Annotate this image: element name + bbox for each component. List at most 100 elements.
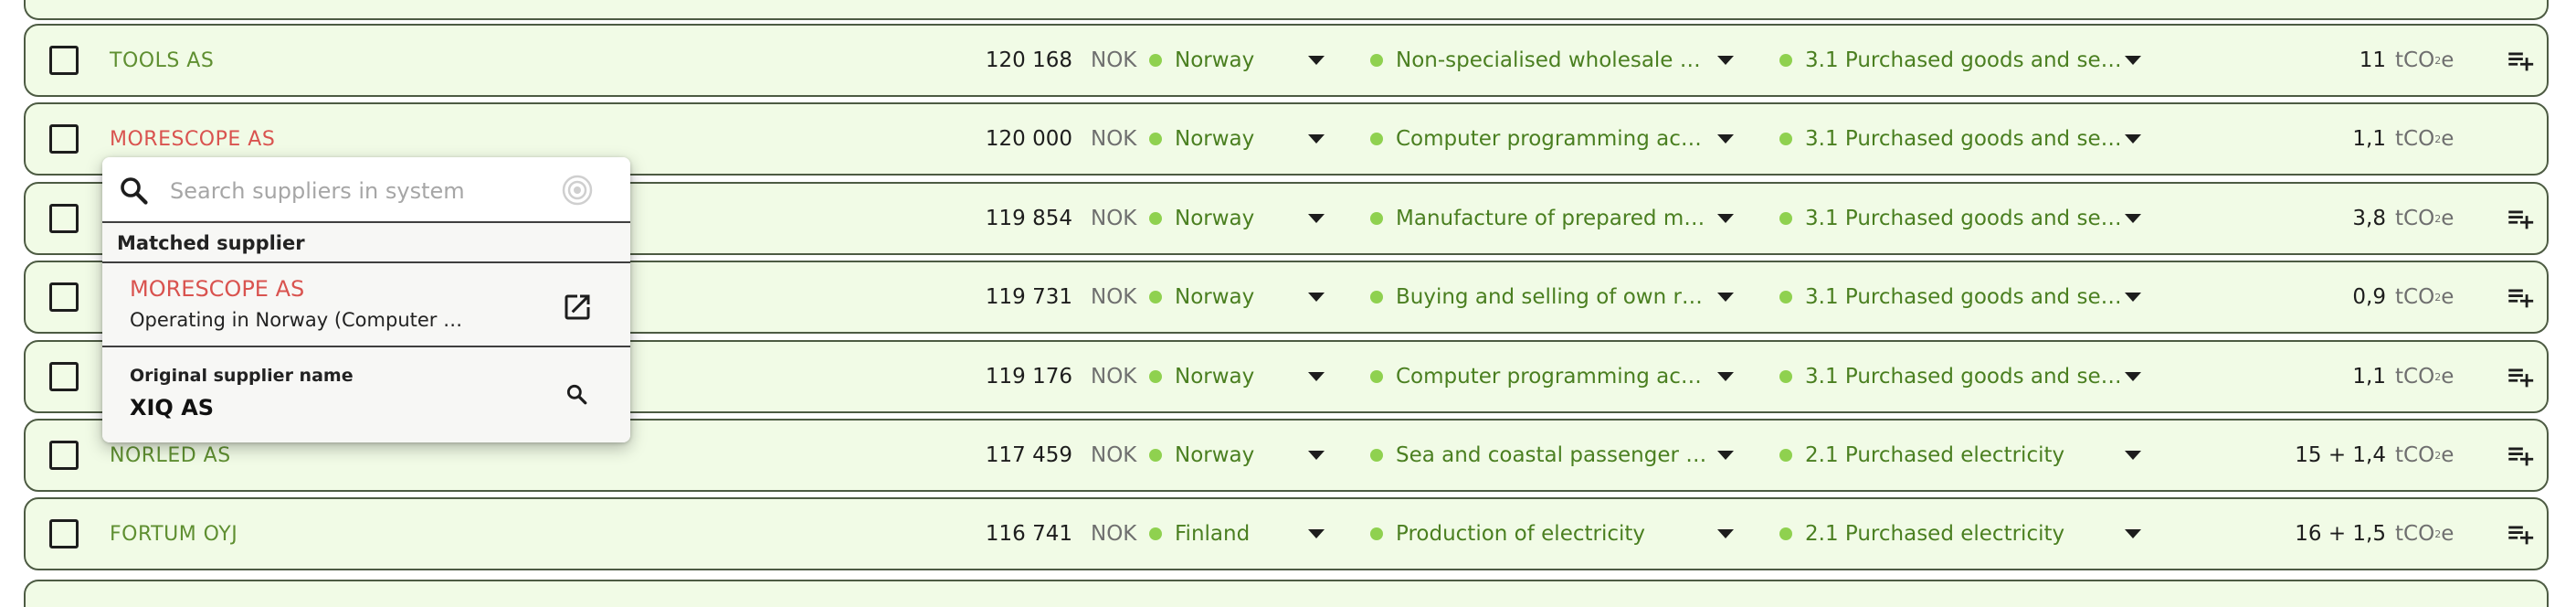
row-checkbox[interactable] [49,282,79,312]
status-dot [1370,527,1383,540]
playlist-add-icon[interactable] [2505,26,2536,95]
caret-down-icon[interactable] [1308,26,1325,95]
caret-down-icon[interactable] [2125,26,2141,95]
search-icon[interactable] [565,382,588,406]
industry-select[interactable]: Computer programming ac… [1370,104,1702,174]
spend-currency: NOK [1091,365,1137,389]
emission-unit: tCO 2 e [2395,285,2455,309]
spend-amount: 117 459 [985,443,1072,467]
caret-down-icon[interactable] [1717,184,1734,253]
status-dot [1149,370,1162,383]
emission-unit: tCO 2 e [2395,522,2455,546]
status-dot [1779,370,1792,383]
open-in-new-icon[interactable] [561,291,594,324]
category-select[interactable]: 2.1 Purchased electricity [1779,499,2064,569]
category-select[interactable]: 3.1 Purchased goods and se… [1779,26,2122,95]
country-select[interactable]: Norway [1149,262,1254,332]
playlist-add-icon[interactable] [2505,262,2536,332]
supplier-match-popup: Matched supplier MORESCOPE AS Operating … [102,157,630,442]
row-checkbox[interactable] [49,124,79,154]
category-select[interactable]: 3.1 Purchased goods and se… [1779,342,2122,411]
table-row-partial-bottom [24,580,2549,607]
playlist-add-icon[interactable] [2505,342,2536,411]
industry-select[interactable]: Computer programming ac… [1370,342,1702,411]
country-select[interactable]: Norway [1149,26,1254,95]
country-select[interactable]: Norway [1149,104,1254,174]
caret-down-icon[interactable] [2125,421,2141,490]
emission-value: 3,8 [2352,207,2386,230]
category-select[interactable]: 3.1 Purchased goods and se… [1779,104,2122,174]
status-dot [1779,212,1792,225]
category-label: 2.1 Purchased electricity [1805,443,2065,467]
category-select[interactable]: 3.1 Purchased goods and se… [1779,184,2122,253]
row-checkbox[interactable] [49,204,79,233]
row-checkbox[interactable] [49,441,79,470]
row-checkbox[interactable] [49,362,79,391]
status-dot [1779,133,1792,145]
industry-label: Non-specialised wholesale … [1396,48,1701,72]
supplier-name[interactable]: TOOLS AS [110,26,214,95]
spend-amount: 119 731 [985,285,1072,309]
supplier-name[interactable]: FORTUM OYJ [110,499,238,569]
caret-down-icon[interactable] [1717,499,1734,569]
industry-select[interactable]: Manufacture of prepared m… [1370,184,1705,253]
caret-down-icon[interactable] [1717,26,1734,95]
country-select[interactable]: Finland [1149,499,1250,569]
caret-down-icon[interactable] [1308,104,1325,174]
emission-unit: tCO 2 e [2395,365,2455,389]
industry-select[interactable]: Sea and coastal passenger … [1370,421,1706,490]
playlist-add-icon[interactable] [2505,421,2536,490]
caret-down-icon[interactable] [2125,262,2141,332]
caret-down-icon[interactable] [2125,104,2141,174]
caret-down-icon[interactable] [1717,421,1734,490]
industry-select[interactable]: Buying and selling of own r… [1370,262,1703,332]
caret-down-icon[interactable] [2125,342,2141,411]
country-label: Finland [1175,522,1251,546]
spend-amount: 119 854 [985,207,1072,230]
category-label: 3.1 Purchased goods and se… [1805,127,2122,151]
status-dot [1370,291,1383,304]
spend-amount: 120 000 [985,127,1072,151]
caret-down-icon[interactable] [2125,499,2141,569]
caret-down-icon[interactable] [1717,262,1734,332]
status-dot [1370,54,1383,67]
emission-unit: tCO 2 e [2395,48,2455,72]
category-select[interactable]: 3.1 Purchased goods and se… [1779,262,2122,332]
category-label: 2.1 Purchased electricity [1805,522,2065,546]
status-dot [1149,449,1162,462]
matched-supplier-item[interactable]: MORESCOPE AS Operating in Norway (Comput… [102,261,630,347]
country-select[interactable]: Norway [1149,342,1254,411]
caret-down-icon[interactable] [1717,342,1734,411]
country-label: Norway [1175,443,1255,467]
caret-down-icon[interactable] [1308,499,1325,569]
caret-down-icon[interactable] [1308,421,1325,490]
playlist-add-icon[interactable] [2505,184,2536,253]
spend-currency: NOK [1091,522,1137,546]
status-dot [1779,291,1792,304]
emission-unit: tCO 2 e [2395,127,2455,151]
status-dot [1779,527,1792,540]
supplier-search-bar [102,157,630,223]
caret-down-icon[interactable] [1308,342,1325,411]
original-supplier-label: Original supplier name [130,366,354,386]
row-checkbox[interactable] [49,46,79,75]
caret-down-icon[interactable] [1308,262,1325,332]
status-dot [1149,212,1162,225]
caret-down-icon[interactable] [1308,184,1325,253]
spend-currency: NOK [1091,443,1137,467]
status-dot [1370,449,1383,462]
target-icon[interactable] [561,174,594,207]
spend-currency: NOK [1091,285,1137,309]
caret-down-icon[interactable] [1717,104,1734,174]
country-select[interactable]: Norway [1149,184,1254,253]
playlist-add-icon[interactable] [2505,499,2536,569]
spend-amount: 120 168 [985,48,1072,72]
industry-select[interactable]: Non-specialised wholesale … [1370,26,1701,95]
row-checkbox[interactable] [49,519,79,548]
supplier-search-input[interactable] [168,170,537,212]
industry-label: Computer programming ac… [1396,127,1702,151]
industry-select[interactable]: Production of electricity [1370,499,1645,569]
country-select[interactable]: Norway [1149,421,1254,490]
category-select[interactable]: 2.1 Purchased electricity [1779,421,2064,490]
caret-down-icon[interactable] [2125,184,2141,253]
